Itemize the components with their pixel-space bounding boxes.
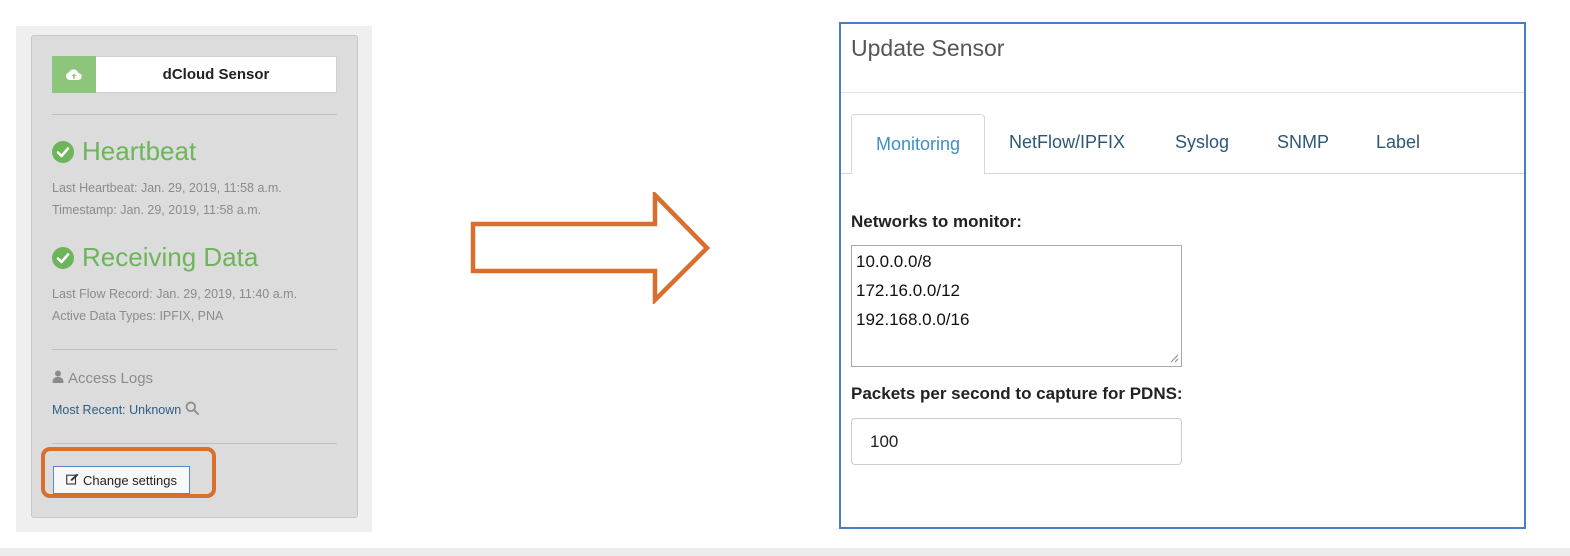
- pdns-label: Packets per second to capture for PDNS:: [851, 384, 1183, 403]
- network-entry: 192.168.0.0/16: [856, 310, 970, 329]
- sensor-name: dCloud Sensor: [162, 66, 270, 83]
- tab-syslog[interactable]: Syslog: [1175, 132, 1229, 153]
- screenshot-canvas: dCloud Sensor Heartbeat Last Heartbeat: …: [0, 0, 1570, 556]
- heartbeat-title: Heartbeat: [82, 136, 197, 166]
- dialog-title: Update Sensor: [851, 35, 1005, 61]
- divider: [52, 443, 337, 444]
- tab-monitoring[interactable]: Monitoring: [851, 114, 985, 174]
- change-settings-button[interactable]: Change settings: [53, 466, 190, 494]
- cloud-upload-icon: [52, 56, 96, 93]
- network-entry: 10.0.0.0/8: [856, 252, 932, 271]
- bottom-strip: [0, 548, 1570, 556]
- pdns-packets-input[interactable]: 100: [851, 418, 1182, 465]
- tab-snmp[interactable]: SNMP: [1277, 132, 1329, 153]
- search-icon[interactable]: [185, 401, 200, 418]
- active-data-types-text: Active Data Types: IPFIX, PNA: [52, 309, 224, 323]
- tab-netflow-ipfix[interactable]: NetFlow/IPFIX: [1009, 132, 1125, 153]
- heartbeat-status: Heartbeat: [52, 136, 196, 167]
- dialog-header-divider: [841, 92, 1524, 93]
- timestamp-text: Timestamp: Jan. 29, 2019, 11:58 a.m.: [52, 203, 262, 217]
- check-circle-icon: [52, 140, 74, 163]
- network-entry: 172.16.0.0/12: [856, 281, 960, 300]
- access-logs-title: Access Logs: [68, 370, 154, 387]
- divider: [52, 114, 337, 115]
- divider: [52, 349, 337, 350]
- receiving-data-title: Receiving Data: [82, 242, 259, 272]
- check-circle-icon: [52, 246, 74, 269]
- access-logs-heading: Access Logs: [52, 370, 153, 387]
- user-icon: [52, 370, 64, 387]
- most-recent-link[interactable]: Most Recent: Unknown: [52, 401, 200, 418]
- tab-label[interactable]: Label: [1376, 132, 1420, 153]
- sensor-card: [31, 35, 358, 518]
- resize-grip-icon[interactable]: [1169, 353, 1179, 363]
- networks-label: Networks to monitor:: [851, 212, 1022, 231]
- right-arrow-icon: [470, 192, 711, 304]
- most-recent-text: Most Recent: Unknown: [52, 402, 182, 417]
- receiving-data-status: Receiving Data: [52, 242, 258, 273]
- last-flow-record-text: Last Flow Record: Jan. 29, 2019, 11:40 a…: [52, 287, 298, 301]
- change-settings-label: Change settings: [83, 472, 177, 488]
- last-heartbeat-text: Last Heartbeat: Jan. 29, 2019, 11:58 a.m…: [52, 181, 282, 195]
- edit-icon: [66, 473, 79, 488]
